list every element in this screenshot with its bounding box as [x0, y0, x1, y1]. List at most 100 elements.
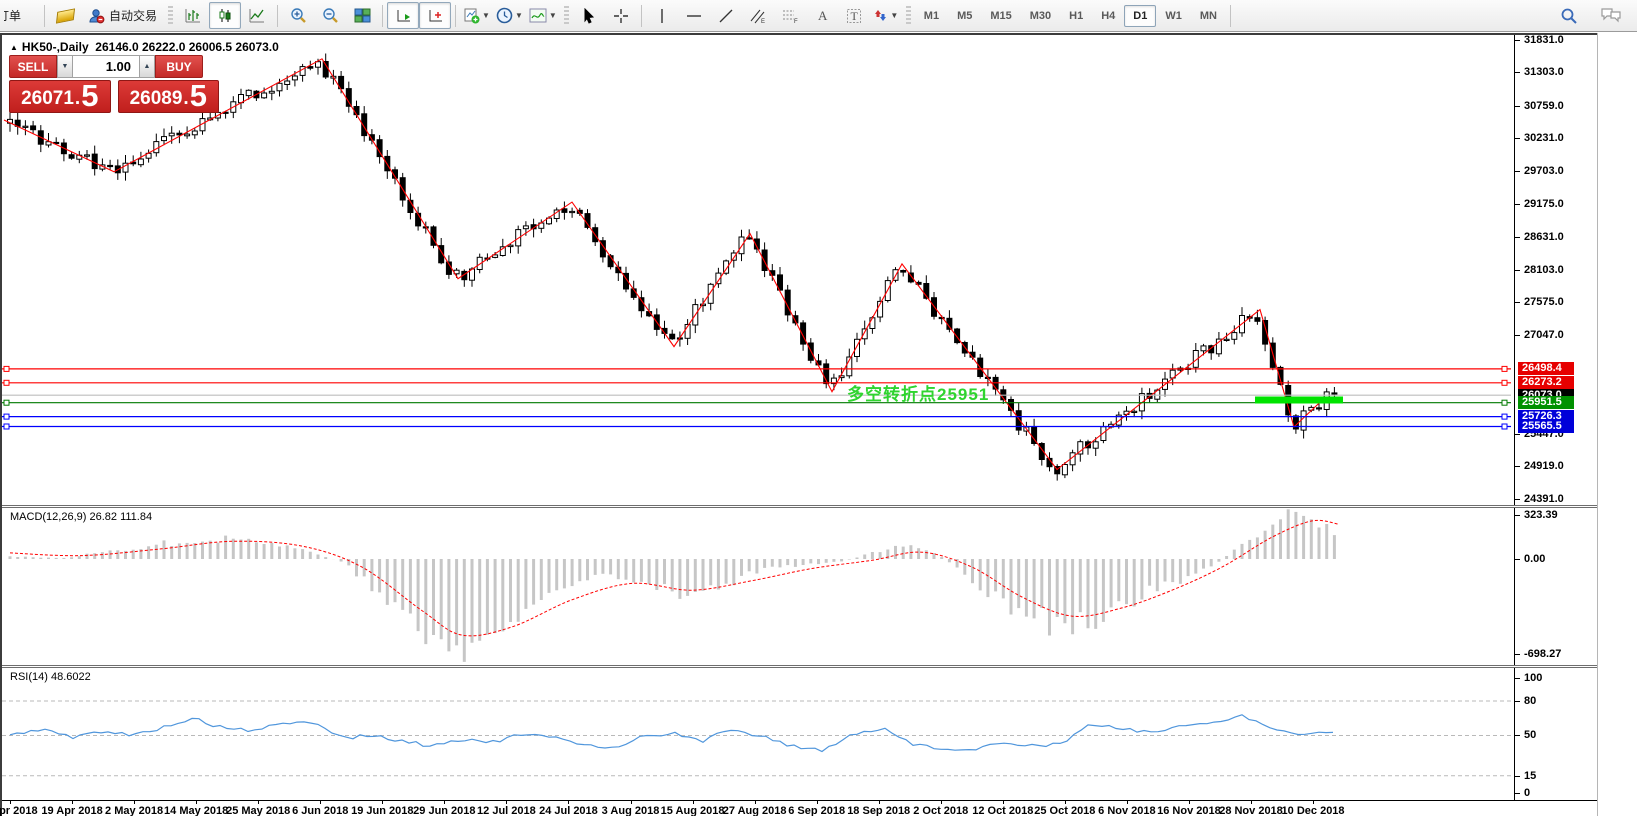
- toolbar-separator: [277, 5, 278, 27]
- timeframe-d1[interactable]: D1: [1124, 5, 1156, 27]
- price-tick: [1515, 40, 1520, 41]
- arrows-dropdown[interactable]: ▼: [870, 2, 902, 29]
- collapse-icon[interactable]: ▲: [10, 43, 18, 52]
- zoom-out-icon[interactable]: [314, 2, 346, 29]
- new-order-icon[interactable]: [49, 2, 81, 29]
- timeframe-h1[interactable]: H1: [1060, 5, 1092, 27]
- date-tick: [134, 801, 135, 804]
- indicators-dropdown[interactable]: ▼: [526, 2, 560, 29]
- macd-tick-label: 0.00: [1524, 553, 1545, 565]
- plot-area[interactable]: [2, 35, 1514, 800]
- line-handle[interactable]: [1502, 366, 1507, 371]
- line-handle[interactable]: [4, 366, 9, 371]
- window-right-edge: [1597, 33, 1598, 816]
- main-chart-svg[interactable]: [2, 35, 1514, 505]
- timeframe-w1[interactable]: W1: [1156, 5, 1191, 27]
- equidistant-channel-icon[interactable]: E: [742, 2, 774, 29]
- rsi-tick: [1515, 776, 1520, 777]
- macd-signal-line: [10, 520, 1339, 635]
- crosshair-icon[interactable]: [605, 2, 637, 29]
- line-handle[interactable]: [4, 380, 9, 385]
- rsi-tick-label: 100: [1524, 672, 1542, 684]
- volume-decrease-button[interactable]: ▼: [57, 55, 73, 78]
- line-handle[interactable]: [1502, 380, 1507, 385]
- rsi-tick-label: 50: [1524, 729, 1536, 741]
- candlestick-chart-icon[interactable]: [209, 2, 241, 29]
- cursor-icon[interactable]: [573, 2, 605, 29]
- price-axis[interactable]: 31831.031303.030759.030231.029703.029175…: [1515, 35, 1598, 800]
- line-handle[interactable]: [1502, 414, 1507, 419]
- rsi-tick: [1515, 701, 1520, 702]
- macd-pane-svg[interactable]: [2, 508, 1514, 665]
- autotrade-button[interactable]: 自动交易: [81, 2, 164, 29]
- vertical-line-icon[interactable]: [646, 2, 678, 29]
- timeframe-group: M1M5M15M30H1H4D1W1MN: [915, 5, 1226, 27]
- timeframe-m30[interactable]: M30: [1021, 5, 1060, 27]
- buy-button[interactable]: BUY: [155, 55, 203, 78]
- line-handle[interactable]: [4, 414, 9, 419]
- volume-increase-button[interactable]: ▲: [139, 55, 155, 78]
- chart-window: ▲HK50-,Daily 26146.0 26222.0 26006.5 260…: [0, 33, 1598, 816]
- new-order-button[interactable]: 订单: [4, 7, 40, 24]
- date-tick: [1189, 801, 1190, 804]
- price-tick-label: 31831.0: [1524, 34, 1564, 46]
- volume-input[interactable]: 1.00: [73, 55, 139, 78]
- timeframe-m1[interactable]: M1: [915, 5, 948, 27]
- timeframe-m5[interactable]: M5: [948, 5, 981, 27]
- trendline-icon[interactable]: [710, 2, 742, 29]
- date-tick: [879, 801, 880, 804]
- chart-shift-icon[interactable]: [419, 2, 451, 29]
- price-tick-label: 28103.0: [1524, 264, 1564, 276]
- price-tick: [1515, 335, 1520, 336]
- toolbar-grip: [168, 6, 173, 26]
- buy-price-box[interactable]: 26089.5: [118, 80, 220, 113]
- periods-dropdown[interactable]: ▼: [493, 2, 526, 29]
- price-tick: [1515, 466, 1520, 467]
- sell-button[interactable]: SELL: [9, 55, 57, 78]
- timeframe-m15[interactable]: M15: [981, 5, 1020, 27]
- sell-price-box[interactable]: 26071.5: [9, 80, 111, 113]
- chat-icon[interactable]: [1595, 2, 1627, 29]
- timeframe-h4[interactable]: H4: [1092, 5, 1124, 27]
- horizontal-line-icon[interactable]: [678, 2, 710, 29]
- toolbar-separator: [44, 5, 45, 27]
- date-tick: [693, 801, 694, 804]
- autotrade-label: 自动交易: [109, 7, 157, 24]
- rsi-line: [10, 715, 1333, 752]
- fibonacci-icon[interactable]: F: [774, 2, 806, 29]
- date-tick-label: 25 Oct 2018: [1034, 805, 1095, 816]
- date-tick-label: 2 May 2018: [105, 805, 163, 816]
- pane-separator-rsi[interactable]: [2, 665, 1598, 668]
- price-line-badge: 25951.5: [1518, 396, 1574, 409]
- date-tick-label: 29 Jun 2018: [413, 805, 475, 816]
- new-chart-dropdown[interactable]: ▼: [460, 2, 493, 29]
- line-handle[interactable]: [1502, 400, 1507, 405]
- pivot-highlight-segment[interactable]: [1255, 397, 1343, 404]
- line-handle[interactable]: [1502, 424, 1507, 429]
- date-tick: [1251, 801, 1252, 804]
- text-icon[interactable]: A: [806, 2, 838, 29]
- text-label-icon[interactable]: T: [838, 2, 870, 29]
- toolbar-separator: [455, 5, 456, 27]
- tile-windows-icon[interactable]: [346, 2, 378, 29]
- date-tick: [258, 801, 259, 804]
- search-icon[interactable]: [1553, 2, 1585, 29]
- line-handle[interactable]: [4, 424, 9, 429]
- timeframe-mn[interactable]: MN: [1191, 5, 1226, 27]
- rsi-pane-svg[interactable]: [2, 668, 1514, 800]
- date-tick: [320, 801, 321, 804]
- line-chart-icon[interactable]: [241, 2, 273, 29]
- bar-chart-icon[interactable]: [177, 2, 209, 29]
- price-tick: [1515, 204, 1520, 205]
- auto-scroll-icon[interactable]: [387, 2, 419, 29]
- price-tick-label: 27575.0: [1524, 296, 1564, 308]
- zoom-in-icon[interactable]: [282, 2, 314, 29]
- date-axis[interactable]: 9 Apr 201819 Apr 20182 May 201814 May 20…: [2, 800, 1598, 816]
- date-tick: [196, 801, 197, 804]
- autotrade-icon: [88, 8, 105, 24]
- line-handle[interactable]: [4, 400, 9, 405]
- price-tick-label: 27047.0: [1524, 329, 1564, 341]
- pane-separator-macd[interactable]: [2, 505, 1598, 508]
- price-tick-label: 29703.0: [1524, 165, 1564, 177]
- date-tick-label: 15 Aug 2018: [661, 805, 725, 816]
